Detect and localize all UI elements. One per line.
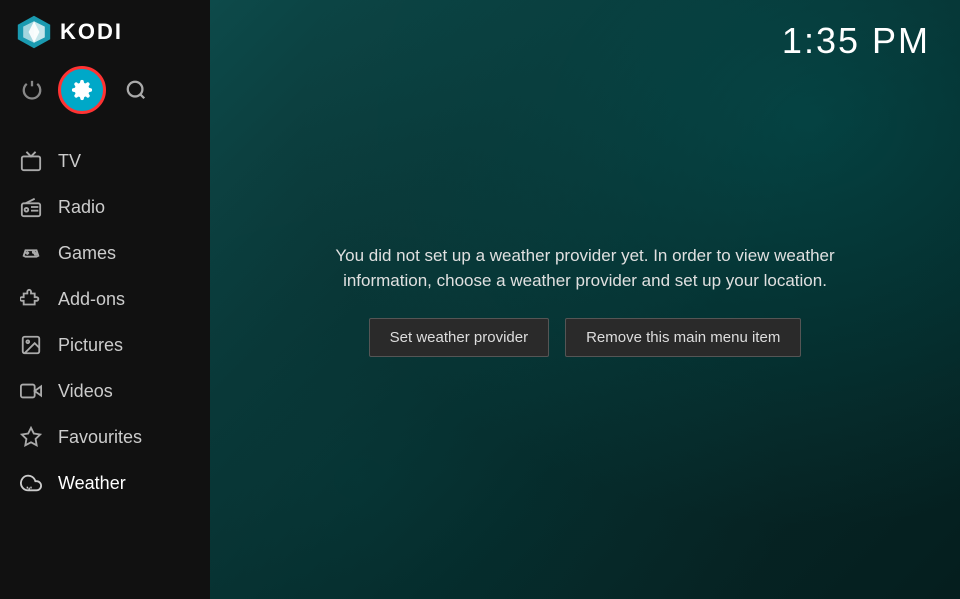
kodi-logo: KODI bbox=[16, 14, 123, 50]
weather-action-buttons: Set weather provider Remove this main me… bbox=[369, 318, 802, 357]
search-button[interactable] bbox=[120, 74, 152, 106]
sidebar-label-tv: TV bbox=[58, 151, 81, 172]
addons-icon bbox=[20, 288, 42, 310]
sidebar-item-weather[interactable]: Weather bbox=[0, 460, 210, 506]
controls-row bbox=[0, 58, 210, 130]
sidebar-item-tv[interactable]: TV bbox=[0, 138, 210, 184]
radio-icon bbox=[20, 196, 42, 218]
favourites-icon bbox=[20, 426, 42, 448]
tv-icon bbox=[20, 150, 42, 172]
sidebar-label-favourites: Favourites bbox=[58, 427, 142, 448]
settings-button[interactable] bbox=[58, 66, 106, 114]
sidebar-item-favourites[interactable]: Favourites bbox=[0, 414, 210, 460]
sidebar-item-radio[interactable]: Radio bbox=[0, 184, 210, 230]
pictures-icon bbox=[20, 334, 42, 356]
sidebar-label-weather: Weather bbox=[58, 473, 126, 494]
sidebar-item-videos[interactable]: Videos bbox=[0, 368, 210, 414]
kodi-logo-icon bbox=[16, 14, 52, 50]
sidebar-item-addons[interactable]: Add-ons bbox=[0, 276, 210, 322]
main-content: 1:35 PM You did not set up a weather pro… bbox=[210, 0, 960, 599]
sidebar-label-videos: Videos bbox=[58, 381, 113, 402]
weather-message: You did not set up a weather provider ye… bbox=[295, 243, 875, 294]
logo-area: KODI bbox=[0, 0, 210, 58]
weather-icon bbox=[20, 472, 42, 494]
videos-icon bbox=[20, 380, 42, 402]
time-display: 1:35 PM bbox=[782, 20, 930, 62]
sidebar-label-addons: Add-ons bbox=[58, 289, 125, 310]
sidebar: KODI bbox=[0, 0, 210, 599]
weather-info-panel: You did not set up a weather provider ye… bbox=[295, 243, 875, 357]
app-name: KODI bbox=[60, 19, 123, 45]
remove-menu-item-button[interactable]: Remove this main menu item bbox=[565, 318, 801, 357]
sidebar-label-pictures: Pictures bbox=[58, 335, 123, 356]
games-icon bbox=[20, 242, 42, 264]
sidebar-label-radio: Radio bbox=[58, 197, 105, 218]
power-button[interactable] bbox=[16, 74, 48, 106]
sidebar-label-games: Games bbox=[58, 243, 116, 264]
set-weather-provider-button[interactable]: Set weather provider bbox=[369, 318, 549, 357]
sidebar-item-pictures[interactable]: Pictures bbox=[0, 322, 210, 368]
nav-menu: TV Radio bbox=[0, 130, 210, 599]
sidebar-item-games[interactable]: Games bbox=[0, 230, 210, 276]
